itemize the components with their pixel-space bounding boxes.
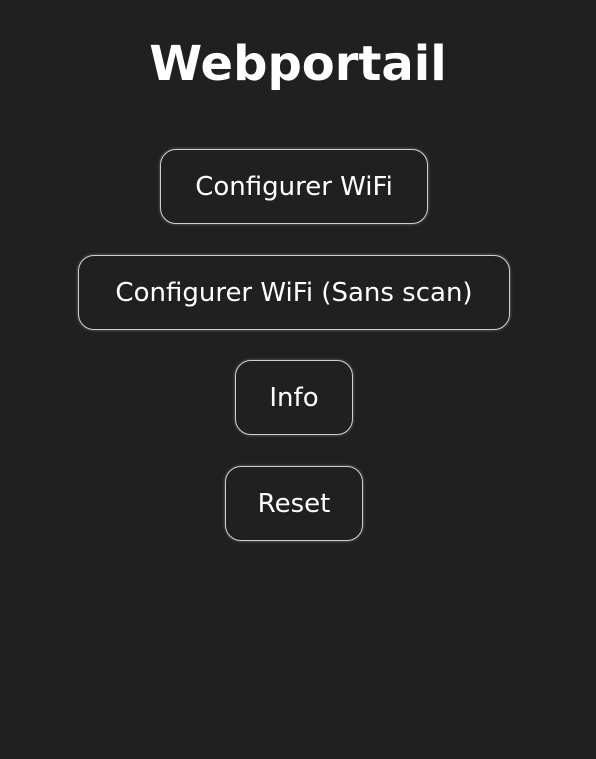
reset-button[interactable]: Reset [225,466,363,541]
info-button[interactable]: Info [235,360,353,435]
page-title: Webportail [149,36,447,92]
configure-wifi-button[interactable]: Configurer WiFi [160,149,428,224]
configure-wifi-noscan-button[interactable]: Configurer WiFi (Sans scan) [78,255,510,330]
web-portal-page: Webportail Configurer WiFi Configurer Wi… [0,0,596,759]
